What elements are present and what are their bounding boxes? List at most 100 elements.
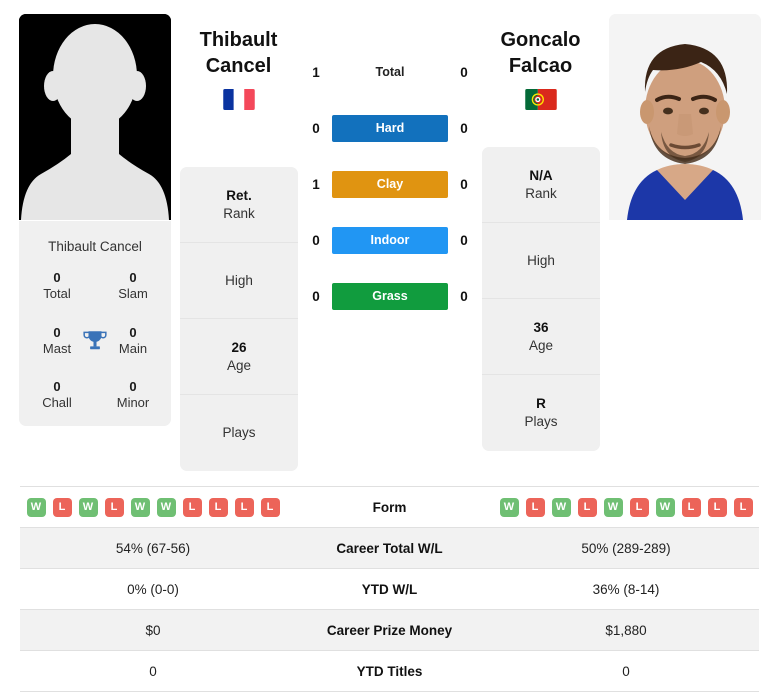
player-photo-left <box>19 14 171 220</box>
info-row-rank-right: N/A Rank <box>482 147 600 223</box>
form-badges-right: W L W L W L W L L L <box>493 497 759 517</box>
h2h-left-score: 0 <box>312 232 320 248</box>
titles-total-left: 0 Total <box>19 270 95 303</box>
player-last-name-left: Cancel <box>205 54 272 77</box>
value: 26 <box>231 339 247 355</box>
form-badge: L <box>525 497 545 517</box>
head-to-head-column: 1 Total 0 0 Hard 0 1 Clay 0 0 Indoor 0 0 <box>300 58 480 310</box>
label: Minor <box>116 395 150 411</box>
h2h-surface-badge-grass[interactable]: Grass <box>332 282 448 310</box>
form-badge: L <box>577 497 597 517</box>
stat-label-career-total-wl: Career Total W/L <box>336 540 443 556</box>
stat-value-left: 0% (0-0) <box>127 581 179 597</box>
h2h-row-clay: 1 Clay 0 <box>300 170 480 198</box>
h2h-left-score: 0 <box>312 120 320 136</box>
info-row-plays-left: Plays <box>180 395 298 471</box>
value: R <box>536 396 546 412</box>
h2h-row-total: 1 Total 0 <box>300 58 480 86</box>
info-row-high-left: High <box>180 243 298 319</box>
stat-value-right: 0 <box>622 663 630 679</box>
form-badge: W <box>130 497 150 517</box>
form-badge: W <box>156 497 176 517</box>
stat-value-left: 0 <box>149 663 157 679</box>
value: 0 <box>129 379 137 394</box>
player-last-name-right: Falcao <box>508 54 573 77</box>
form-badge: L <box>260 497 280 517</box>
form-badges-left: W L W L W W L L L L <box>20 497 286 517</box>
stat-label-ytd-titles: YTD Titles <box>356 663 423 679</box>
h2h-left-score: 0 <box>312 288 320 304</box>
h2h-right-score: 0 <box>460 232 468 248</box>
info-row-age-left: 26 Age <box>180 319 298 395</box>
player-info-card-right: N/A Rank High 36 Age R Plays <box>482 147 600 451</box>
form-cell-left: W L W L W W L L L L <box>20 497 286 517</box>
h2h-surface-badge-hard[interactable]: Hard <box>332 114 448 142</box>
label: Age <box>226 357 252 373</box>
label: Slam <box>118 286 148 302</box>
label: Plays <box>524 414 558 429</box>
player-first-name-left: Thibault <box>199 29 278 51</box>
h2h-right-score: 0 <box>460 288 468 304</box>
label: Plays <box>222 425 256 441</box>
form-badge: L <box>733 497 753 517</box>
titles-slam-left: 0 Slam <box>95 270 171 303</box>
form-badge: W <box>499 497 519 517</box>
value: 0 <box>53 379 61 394</box>
info-row-age-right: 36 Age <box>482 299 600 375</box>
value: 0 <box>129 270 137 285</box>
h2h-right-score: 0 <box>460 120 468 136</box>
comparison-header: Thibault Cancel 0 Total 0 Slam 0 Mast 0 … <box>0 0 779 478</box>
value: 36 <box>533 319 549 335</box>
info-row-high-right: High <box>482 223 600 299</box>
player-info-card-left: Ret. Rank High 26 Age Plays <box>180 167 298 471</box>
h2h-right-score: 0 <box>460 64 468 80</box>
titles-grid-left: 0 Total 0 Slam 0 Mast 0 Main 0 Chall 0 M… <box>19 270 171 412</box>
form-badge: L <box>52 497 72 517</box>
player-name-block-right: Goncalo Falcao <box>478 28 603 111</box>
label: Age <box>528 337 554 353</box>
h2h-surface-badge-clay[interactable]: Clay <box>332 170 448 198</box>
table-row-career-total-wl: 54% (67-56) Career Total W/L 50% (289-28… <box>20 528 759 569</box>
titles-chall-left: 0 Chall <box>19 379 95 412</box>
label: Chall <box>42 395 72 411</box>
stat-value-right: $1,880 <box>605 622 647 638</box>
form-badge: W <box>26 497 46 517</box>
flag-portugal-icon <box>524 89 557 111</box>
info-row-plays-right: R Plays <box>482 375 600 451</box>
table-row-ytd-titles: 0 YTD Titles 0 <box>20 651 759 692</box>
label: Rank <box>223 205 255 221</box>
player-comparison-page: Thibault Cancel 0 Total 0 Slam 0 Mast 0 … <box>0 0 779 699</box>
form-badge: L <box>104 497 124 517</box>
player-photo-right <box>609 14 761 220</box>
player-first-name-right: Goncalo <box>500 29 581 51</box>
stat-value-left: 54% (67-56) <box>115 540 191 556</box>
comparison-stats-table: W L W L W W L L L L Form W L W L W L W L… <box>20 486 759 692</box>
h2h-left-score: 1 <box>312 64 320 80</box>
form-badge: L <box>208 497 228 517</box>
form-cell-right: W L W L W L W L L L <box>493 497 759 517</box>
stat-label-career-prize-money: Career Prize Money <box>326 622 453 638</box>
player-name-block-left: Thibault Cancel <box>176 28 301 111</box>
form-badge: W <box>551 497 571 517</box>
player-titles-card-left: Thibault Cancel 0 Total 0 Slam 0 Mast 0 … <box>19 221 171 426</box>
stat-value-right: 50% (289-289) <box>581 540 671 556</box>
value: 0 <box>53 270 61 285</box>
label: Rank <box>525 185 557 201</box>
form-badge: L <box>707 497 727 517</box>
h2h-row-grass: 0 Grass 0 <box>300 282 480 310</box>
table-row-career-prize-money: $0 Career Prize Money $1,880 <box>20 610 759 651</box>
form-badge: W <box>78 497 98 517</box>
h2h-right-score: 0 <box>460 176 468 192</box>
form-badge: W <box>655 497 675 517</box>
form-badge: L <box>629 497 649 517</box>
info-row-rank-left: Ret. Rank <box>180 167 298 243</box>
stat-value-right: 36% (8-14) <box>592 581 660 597</box>
form-badge: L <box>234 497 254 517</box>
h2h-surface-label: Total <box>375 65 405 79</box>
label: Total <box>43 286 71 302</box>
h2h-surface-badge-indoor[interactable]: Indoor <box>332 226 448 254</box>
player-portrait-image <box>609 14 761 220</box>
stat-label-form: Form <box>372 499 407 515</box>
form-badge: W <box>603 497 623 517</box>
avatar-placeholder-icon <box>19 14 171 220</box>
